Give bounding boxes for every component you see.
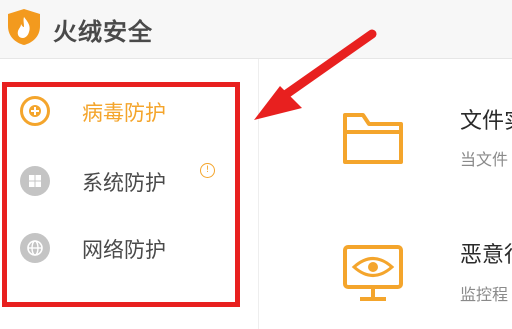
feature-title: 文件实 [460, 109, 512, 134]
folder-icon [343, 113, 403, 164]
monitor-eye-icon [343, 245, 403, 301]
feature-description: 当文件 [460, 150, 509, 169]
fire-shield-logo-icon [8, 9, 40, 45]
app-title: 火绒安全 [53, 18, 153, 46]
feature-description: 监控程 [460, 285, 509, 304]
annotation-highlight-box [2, 82, 240, 307]
feature-title: 恶意行 [460, 243, 512, 268]
